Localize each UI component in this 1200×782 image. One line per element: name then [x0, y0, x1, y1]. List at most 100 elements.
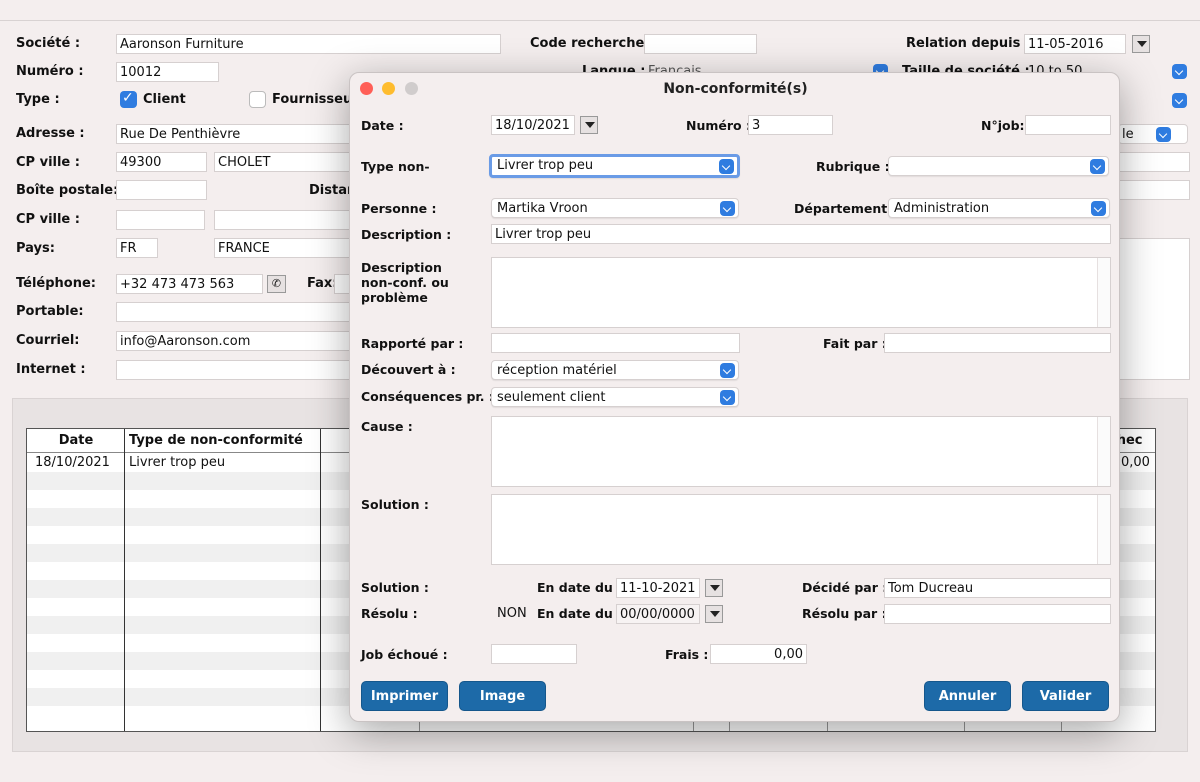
solution-date-field[interactable]: 11-10-2021: [616, 578, 700, 598]
portable-field[interactable]: [116, 302, 356, 322]
desc-long-label-3: problème: [361, 290, 428, 305]
type-dropdown-icon[interactable]: [1172, 93, 1187, 108]
boite-field[interactable]: [116, 180, 207, 200]
telephone-field[interactable]: +32 473 473 563: [116, 274, 263, 294]
decide-field[interactable]: Tom Ducreau: [884, 578, 1111, 598]
resolu-label: Résolu :: [361, 606, 418, 621]
date-label: Date :: [361, 118, 404, 133]
fournisseur-label: Fournisseu: [272, 92, 353, 107]
notes-area[interactable]: [1118, 238, 1190, 380]
ville2-field[interactable]: [214, 210, 356, 230]
adresse-field[interactable]: Rue De Penthièvre: [116, 124, 356, 144]
personne-label: Personne :: [361, 201, 437, 216]
chevron-down-icon: [720, 201, 735, 216]
annuler-button[interactable]: Annuler: [924, 681, 1011, 711]
chevron-down-icon: [1091, 201, 1106, 216]
description-problem-textarea[interactable]: [491, 257, 1111, 328]
frais-label: Frais :: [665, 647, 709, 662]
phone-icon[interactable]: ✆: [267, 275, 286, 293]
resolupar-field[interactable]: [884, 604, 1111, 624]
cause-label: Cause :: [361, 419, 413, 434]
societe-field[interactable]: Aaronson Furniture: [116, 34, 501, 54]
solution-date-label: Solution :: [361, 580, 429, 595]
solution-label: Solution :: [361, 497, 429, 512]
image-button[interactable]: Image: [459, 681, 546, 711]
client-checkbox[interactable]: [120, 90, 137, 108]
njob-label: N°job:: [981, 118, 1025, 133]
valider-button[interactable]: Valider: [1022, 681, 1109, 711]
departement-value: Administration: [894, 201, 990, 216]
chevron-down-icon: [720, 390, 735, 405]
solution-textarea[interactable]: [491, 494, 1111, 565]
cp2-field[interactable]: [116, 210, 205, 230]
column-header-date[interactable]: Date: [27, 429, 125, 453]
ville-field[interactable]: CHOLET: [214, 152, 356, 172]
desc-long-label-2: non-conf. ou: [361, 275, 449, 290]
cpville2-label: CP ville :: [16, 212, 80, 227]
adresse-right-select[interactable]: le: [1118, 124, 1188, 144]
column-divider: [124, 429, 125, 731]
desc-long-label-1: Description: [361, 260, 442, 275]
resolu-value[interactable]: NON: [497, 606, 527, 621]
personne-select[interactable]: Martika Vroon: [491, 198, 739, 218]
description-field[interactable]: Livrer trop peu: [491, 224, 1111, 244]
column-divider: [320, 429, 321, 731]
departement-select[interactable]: Administration: [888, 198, 1110, 218]
personne-value: Martika Vroon: [497, 201, 588, 216]
adresse-right-dropdown-icon[interactable]: [1156, 127, 1171, 142]
pays-code-field[interactable]: FR: [116, 238, 158, 258]
frais-field[interactable]: 0,00: [710, 644, 807, 664]
cpville-label: CP ville :: [16, 155, 80, 170]
decouvert-select[interactable]: réception matériel: [491, 360, 739, 380]
internet-field[interactable]: [116, 360, 356, 380]
jobechoue-field[interactable]: [491, 644, 577, 664]
relation-date-picker-button[interactable]: [1132, 35, 1150, 53]
portable-label: Portable:: [16, 304, 84, 319]
jobechoue-label: Job échoué :: [361, 647, 448, 662]
fax-label: Fax:: [307, 276, 338, 291]
pays-name-field[interactable]: FRANCE: [214, 238, 356, 258]
pays-label: Pays:: [16, 241, 55, 256]
row-type: Livrer trop peu: [129, 455, 226, 470]
departement-label: Département :: [794, 201, 897, 216]
societe-label: Société :: [16, 36, 81, 51]
rapporte-field[interactable]: [491, 333, 740, 353]
divider: [0, 20, 1200, 21]
rubrique-select[interactable]: [888, 156, 1109, 176]
date-field[interactable]: 18/10/2021: [491, 115, 575, 135]
description-label: Description :: [361, 227, 452, 242]
right-field-1[interactable]: [1118, 152, 1190, 172]
solution-date-picker-button[interactable]: [705, 579, 723, 597]
rubrique-label: Rubrique :: [816, 159, 890, 174]
typenon-value: Livrer trop peu: [497, 158, 594, 173]
endate-label: En date du :: [537, 580, 623, 595]
cause-textarea[interactable]: [491, 416, 1111, 487]
resolu-date-field[interactable]: 00/00/0000: [616, 604, 700, 624]
cp-field[interactable]: 49300: [116, 152, 207, 172]
numero-label: Numéro :: [16, 64, 84, 79]
resolu-date-picker-button[interactable]: [705, 605, 723, 623]
faitpar-label: Fait par :: [823, 336, 887, 351]
faitpar-field[interactable]: [884, 333, 1111, 353]
consequences-select[interactable]: seulement client: [491, 387, 739, 407]
njob-field[interactable]: [1025, 115, 1111, 135]
decide-label: Décidé par :: [802, 580, 888, 595]
numero-field[interactable]: 10012: [116, 62, 219, 82]
courriel-field[interactable]: info@Aaronson.com: [116, 331, 356, 351]
nonconformity-dialog: Non-conformité(s) Date : 18/10/2021 Numé…: [349, 72, 1120, 722]
dialog-title: Non-conformité(s): [663, 81, 808, 97]
typenon-select[interactable]: Livrer trop peu: [489, 154, 740, 178]
right-field-2[interactable]: [1118, 180, 1190, 200]
code-recherche-field[interactable]: [644, 34, 757, 54]
date-picker-button[interactable]: [580, 116, 598, 134]
fournisseur-checkbox[interactable]: [249, 91, 266, 108]
relation-date-field[interactable]: 11-05-2016: [1024, 34, 1126, 54]
numero-field[interactable]: 3: [748, 115, 833, 135]
internet-label: Internet :: [16, 362, 86, 377]
imprimer-button[interactable]: Imprimer: [361, 681, 448, 711]
chevron-down-icon: [719, 159, 734, 174]
resolupar-label: Résolu par :: [802, 606, 887, 621]
taille-dropdown-icon[interactable]: [1172, 64, 1187, 79]
consequences-label: Conséquences pr. :: [361, 389, 494, 404]
chevron-down-icon: [1090, 159, 1105, 174]
